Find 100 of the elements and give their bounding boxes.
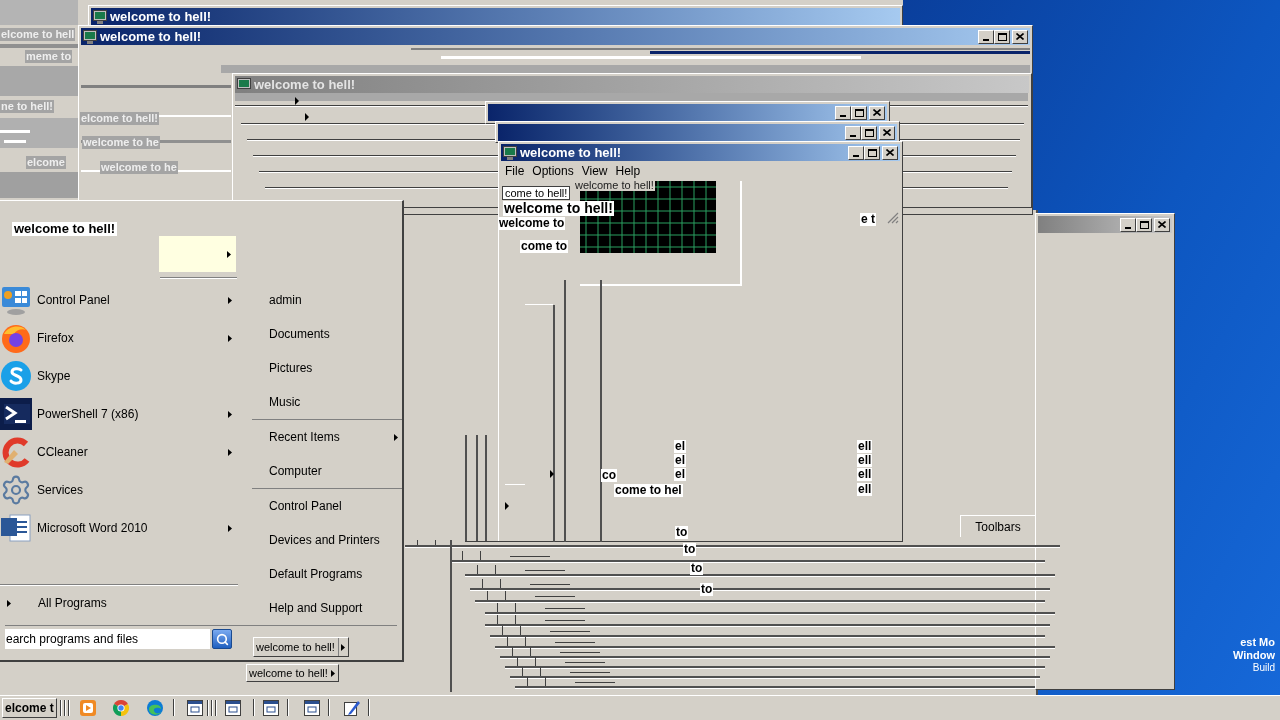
monitor-icon (93, 9, 107, 24)
cleaner-icon (0, 436, 32, 468)
text-fragment: welcome to hell! (574, 179, 655, 191)
menu-item[interactable]: View (577, 163, 612, 178)
window-title: welcome to hell! (110, 9, 212, 24)
window-icon[interactable] (262, 700, 279, 716)
desktop-corner-text: Window (1232, 649, 1275, 662)
monitor-icon (237, 77, 251, 92)
minimize-icon (1125, 226, 1131, 229)
arrow-icon (330, 669, 335, 677)
close-icon (886, 149, 894, 156)
search-field[interactable]: earch programs and files (5, 629, 210, 649)
browser-icon[interactable] (112, 700, 129, 716)
place-item[interactable]: Help and Support (252, 591, 402, 625)
minimize-icon (850, 134, 856, 137)
close-icon (883, 129, 891, 136)
minimize-icon (983, 38, 989, 41)
place-item[interactable]: Control Panel (252, 489, 402, 523)
program-item[interactable]: CCleaner (0, 433, 252, 471)
maximize-button[interactable] (864, 145, 880, 160)
desktop-corner-text: Build (1252, 662, 1275, 674)
minimize-button[interactable] (978, 29, 994, 44)
maximize-icon (1139, 220, 1149, 229)
window-icon[interactable] (303, 700, 320, 716)
place-item[interactable]: Computer (252, 454, 402, 488)
text-fragment: come to (520, 240, 568, 253)
menu-item[interactable]: Help (611, 163, 645, 178)
minimize-button[interactable] (848, 145, 864, 160)
text-fragment: come to hel (614, 484, 683, 497)
maximize-icon (864, 128, 874, 137)
firefox-icon (0, 322, 32, 354)
window-icon[interactable] (224, 700, 241, 716)
window-title: welcome to hell! (254, 77, 356, 92)
maximize-icon (867, 148, 877, 157)
place-item[interactable]: Devices and Printers (252, 523, 402, 557)
program-item[interactable]: Control Panel (0, 281, 252, 319)
minimize-button[interactable] (845, 125, 861, 140)
program-item[interactable]: Microsoft Word 2010 (0, 509, 252, 547)
text-fragment: ne to hell! (0, 100, 54, 113)
close-button[interactable] (1154, 217, 1170, 232)
resize-grip-icon (887, 212, 899, 224)
program-item[interactable]: Firefox (0, 319, 252, 357)
text-fragment: to (675, 526, 689, 539)
arrow-icon (340, 643, 345, 651)
place-item[interactable]: Documents (252, 317, 402, 351)
menu-header-text: welcome to hell! (12, 222, 118, 236)
search-icon (215, 632, 229, 646)
text-fragment: ell (857, 468, 873, 481)
place-item[interactable]: Recent Items (252, 420, 402, 454)
maximize-button[interactable] (861, 125, 877, 140)
start-button[interactable]: elcome t (2, 698, 57, 718)
close-button[interactable] (882, 145, 898, 160)
text-fragment: ell (857, 454, 873, 467)
text-fragment: to (690, 562, 704, 575)
place-item[interactable]: Pictures (252, 351, 402, 385)
close-button[interactable] (879, 125, 895, 140)
place-item[interactable]: Music (252, 385, 402, 419)
shutdown-button[interactable]: welcome to hell! (246, 664, 339, 682)
maximize-icon (854, 108, 864, 117)
text-fragment: welcome to (498, 217, 566, 230)
text-fragment: elcome (26, 156, 66, 169)
text-fragment: to (700, 583, 714, 596)
maximize-button[interactable] (994, 29, 1010, 44)
minimize-button[interactable] (1120, 217, 1136, 232)
text-fragment: ell (857, 440, 873, 453)
arrow-icon (227, 250, 231, 258)
program-item[interactable]: Skype (0, 357, 252, 395)
place-item[interactable]: admin (252, 283, 402, 317)
window-title: welcome to hell! (520, 145, 622, 160)
gear-icon (0, 474, 32, 506)
menu-item[interactable]: Options (528, 163, 578, 178)
maximize-button[interactable] (1136, 217, 1152, 232)
monitor-icon (503, 145, 517, 160)
close-button[interactable] (869, 105, 885, 120)
close-button[interactable] (1012, 29, 1028, 44)
notepad-pen-icon[interactable] (343, 700, 360, 716)
text-fragment: welcome to he (82, 136, 160, 149)
text-fragment: to (683, 543, 697, 556)
minimize-icon (840, 114, 846, 117)
all-programs-item[interactable]: All Programs (0, 586, 252, 620)
text-fragment: el (674, 468, 686, 481)
minimize-button[interactable] (835, 105, 851, 120)
window-icon[interactable] (186, 700, 203, 716)
text-fragment: el (674, 440, 686, 453)
toolbars-menu-item[interactable]: Toolbars (960, 515, 1035, 537)
text-fragment: el (674, 454, 686, 467)
monitor-icon (83, 29, 97, 44)
program-item[interactable]: Services (0, 471, 252, 509)
menu-item[interactable]: File (501, 163, 529, 178)
maximize-icon (997, 32, 1007, 41)
window-title: welcome to hell! (100, 29, 202, 44)
close-icon (1016, 33, 1024, 40)
text-fragment: elcome to hell (0, 28, 76, 41)
search-button[interactable] (212, 629, 232, 649)
place-item[interactable]: Default Programs (252, 557, 402, 591)
program-item[interactable]: PowerShell 7 (x86) (0, 395, 252, 433)
browser-icon[interactable] (146, 700, 163, 716)
text-fragment: elcome to hell! (80, 112, 160, 125)
maximize-button[interactable] (851, 105, 867, 120)
shutdown-button[interactable]: welcome to hell! (253, 637, 349, 657)
